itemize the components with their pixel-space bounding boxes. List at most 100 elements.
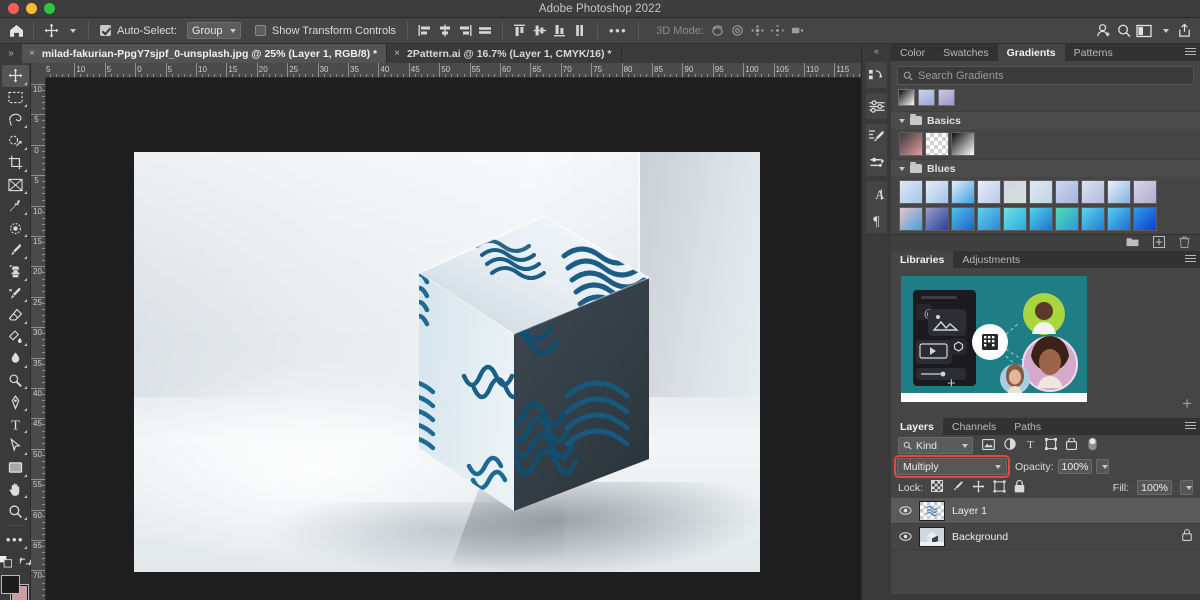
document-tab-2pattern[interactable]: × 2Pattern.ai @ 16.7% (Layer 1, CMYK/16)… [387, 44, 621, 63]
add-library-item-icon[interactable]: + [1182, 394, 1192, 414]
lock-transparent-pixels-icon[interactable] [931, 480, 943, 495]
canvas-area[interactable] [46, 78, 861, 600]
blue-gradient-11[interactable] [899, 207, 923, 231]
spot-healing-brush-tool[interactable] [2, 217, 29, 239]
search-icon[interactable] [1114, 21, 1134, 41]
new-gradient-icon[interactable] [1153, 236, 1165, 251]
auto-select-scope-select[interactable]: Group [187, 22, 241, 39]
layer-name[interactable]: Background [952, 531, 1175, 543]
object-selection-tool[interactable] [2, 130, 29, 152]
adjustments-icon[interactable] [866, 93, 887, 119]
lock-artboard-nesting-icon[interactable] [993, 480, 1006, 496]
blue-gradient-7[interactable] [1055, 180, 1079, 204]
paragraph-icon[interactable]: ¶ [866, 207, 887, 233]
chevron-down-icon[interactable] [899, 167, 905, 171]
eraser-tool[interactable] [2, 304, 29, 326]
panel-menu-icon[interactable] [1185, 48, 1196, 57]
rectangle-tool[interactable] [2, 457, 29, 479]
eyedropper-tool[interactable] [2, 196, 29, 218]
blue-gradient-18[interactable] [1081, 207, 1105, 231]
distribute-top-icon[interactable] [510, 21, 530, 41]
hand-tool[interactable] [2, 479, 29, 501]
3d-roll-icon[interactable] [728, 21, 748, 41]
frame-tool[interactable] [2, 174, 29, 196]
show-transform-check-box[interactable] [255, 25, 266, 36]
3d-orbit-icon[interactable] [708, 21, 728, 41]
black-white[interactable] [951, 132, 975, 156]
layer-lock-icon[interactable] [1182, 529, 1192, 544]
opacity-stepper-chevron-down-icon[interactable] [1096, 459, 1109, 474]
recent-gradients[interactable] [891, 89, 1200, 111]
close-icon[interactable]: × [394, 48, 400, 59]
blue-gradient[interactable] [918, 89, 935, 106]
lock-image-pixels-icon[interactable] [951, 480, 964, 496]
opacity-control[interactable]: Opacity: 100% [1015, 459, 1109, 474]
layer-filter-kind-select[interactable]: Kind [898, 437, 973, 454]
blue-gradient-17[interactable] [1055, 207, 1079, 231]
blue-gradient-3[interactable] [951, 180, 975, 204]
align-right-edges-icon[interactable] [455, 21, 475, 41]
type-tool[interactable]: T [2, 413, 29, 435]
ruler-corner[interactable] [31, 63, 46, 78]
distribute-vertical-centers-icon[interactable] [530, 21, 550, 41]
move-tool[interactable] [2, 65, 29, 87]
blue-gradient-15[interactable] [1003, 207, 1027, 231]
blue-gradient-10[interactable] [1133, 180, 1157, 204]
auto-select-check-box[interactable] [100, 25, 111, 36]
lasso-tool[interactable] [2, 109, 29, 131]
filter-toggle-icon[interactable] [1088, 437, 1097, 454]
adjustment-layers-icon[interactable] [1004, 438, 1016, 453]
fill-stepper-chevron-down-icon[interactable] [1180, 480, 1193, 495]
blue-gradient-16[interactable] [1029, 207, 1053, 231]
edit-toolbar-button[interactable]: ••• [2, 529, 29, 551]
shape-layers-icon[interactable] [1045, 438, 1057, 453]
color-swatches[interactable] [1, 574, 29, 600]
gradient-group-blues[interactable]: Blues [891, 159, 1200, 177]
vertical-ruler[interactable]: 1050510152025303540455055606570 [31, 78, 46, 600]
default-colors-icon[interactable] [0, 555, 13, 571]
layer-thumbnail[interactable] [919, 527, 945, 547]
swap-colors-icon[interactable] [19, 555, 32, 571]
auto-select-checkbox[interactable]: Auto-Select: [96, 18, 181, 44]
horizontal-ruler[interactable]: 5105051015202530354045505560657075808590… [31, 63, 861, 78]
smart-object-icon[interactable] [1066, 438, 1077, 453]
path-selection-tool[interactable] [2, 435, 29, 457]
layer-row-background[interactable]: Background [891, 524, 1200, 550]
gradient-tool[interactable] [2, 326, 29, 348]
tab-layers[interactable]: Layers [891, 418, 943, 435]
history-brush-tool[interactable] [2, 283, 29, 305]
blue-gradient-9[interactable] [1107, 180, 1131, 204]
blue-gradient-4[interactable] [977, 180, 1001, 204]
distribute-bottom-icon[interactable] [550, 21, 570, 41]
align-left-edges-icon[interactable] [415, 21, 435, 41]
blue-gradient-2[interactable] [925, 180, 949, 204]
align-horizontal-centers-icon[interactable] [435, 21, 455, 41]
share-icon[interactable] [1174, 21, 1194, 41]
tab-channels[interactable]: Channels [943, 418, 1005, 435]
eye-icon[interactable] [899, 530, 912, 543]
align-top-edges-icon[interactable] [475, 21, 495, 41]
close-icon[interactable]: × [29, 48, 35, 59]
pixel-layers-icon[interactable] [982, 439, 995, 453]
panel-menu-icon[interactable] [1185, 422, 1196, 431]
collapse-panels-icon[interactable]: « [862, 44, 891, 58]
rectangular-marquee-tool[interactable] [2, 87, 29, 109]
foreground-color-swatch[interactable] [2, 576, 19, 593]
document-tab-unsplash[interactable]: × milad-fakurian-PpgY7sjpf_0-unsplash.jp… [22, 44, 387, 63]
tab-color[interactable]: Color [891, 44, 934, 61]
distribute-left-icon[interactable] [570, 21, 590, 41]
library-preview-card[interactable]: @ [901, 276, 1087, 402]
blue-gradient-19[interactable] [1107, 207, 1131, 231]
workspace-layout-icon[interactable] [1134, 21, 1154, 41]
3d-pan-icon[interactable] [748, 21, 768, 41]
foreground-to-transparent[interactable] [925, 132, 949, 156]
blue-gradient-6[interactable] [1029, 180, 1053, 204]
tab-swatches[interactable]: Swatches [934, 44, 998, 61]
add-person-icon[interactable] [1094, 21, 1114, 41]
blue-gradient-12[interactable] [925, 207, 949, 231]
move-tool-icon[interactable] [41, 21, 61, 41]
show-transform-controls-checkbox[interactable]: Show Transform Controls [251, 18, 400, 44]
dodge-tool[interactable] [2, 370, 29, 392]
libraries-panel-body[interactable]: @ [891, 268, 1200, 418]
foreground-to-background[interactable] [899, 132, 923, 156]
